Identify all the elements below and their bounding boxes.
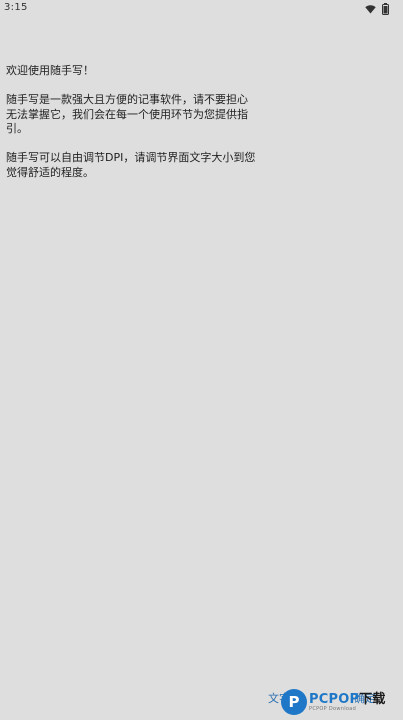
pcpop-logo-icon: P (281, 689, 307, 715)
pcpop-watermark: P PCPOP下载 PCPOP Download (281, 686, 386, 718)
wifi-icon (365, 4, 376, 14)
welcome-content: 欢迎使用随手写！ 随手写是一款强大且方便的记事软件，请不要担心无法掌握它，我们会… (6, 64, 256, 195)
welcome-dpi-tip: 随手写可以自由调节DPI，请调节界面文字大小到您觉得舒适的程度。 (6, 151, 256, 179)
watermark-tagline: PCPOP Download (309, 705, 357, 712)
status-icons (365, 3, 389, 15)
battery-icon (382, 3, 389, 15)
status-time: 3:15 (4, 2, 28, 13)
watermark-brand: PCPOP (309, 691, 360, 707)
status-bar: 3:15 (0, 0, 403, 18)
welcome-intro: 随手写是一款强大且方便的记事软件，请不要担心无法掌握它，我们会在每一个使用环节为… (6, 93, 248, 135)
watermark-brand-cn: 下载 (359, 691, 386, 707)
welcome-heading: 欢迎使用随手写！ (6, 64, 94, 77)
